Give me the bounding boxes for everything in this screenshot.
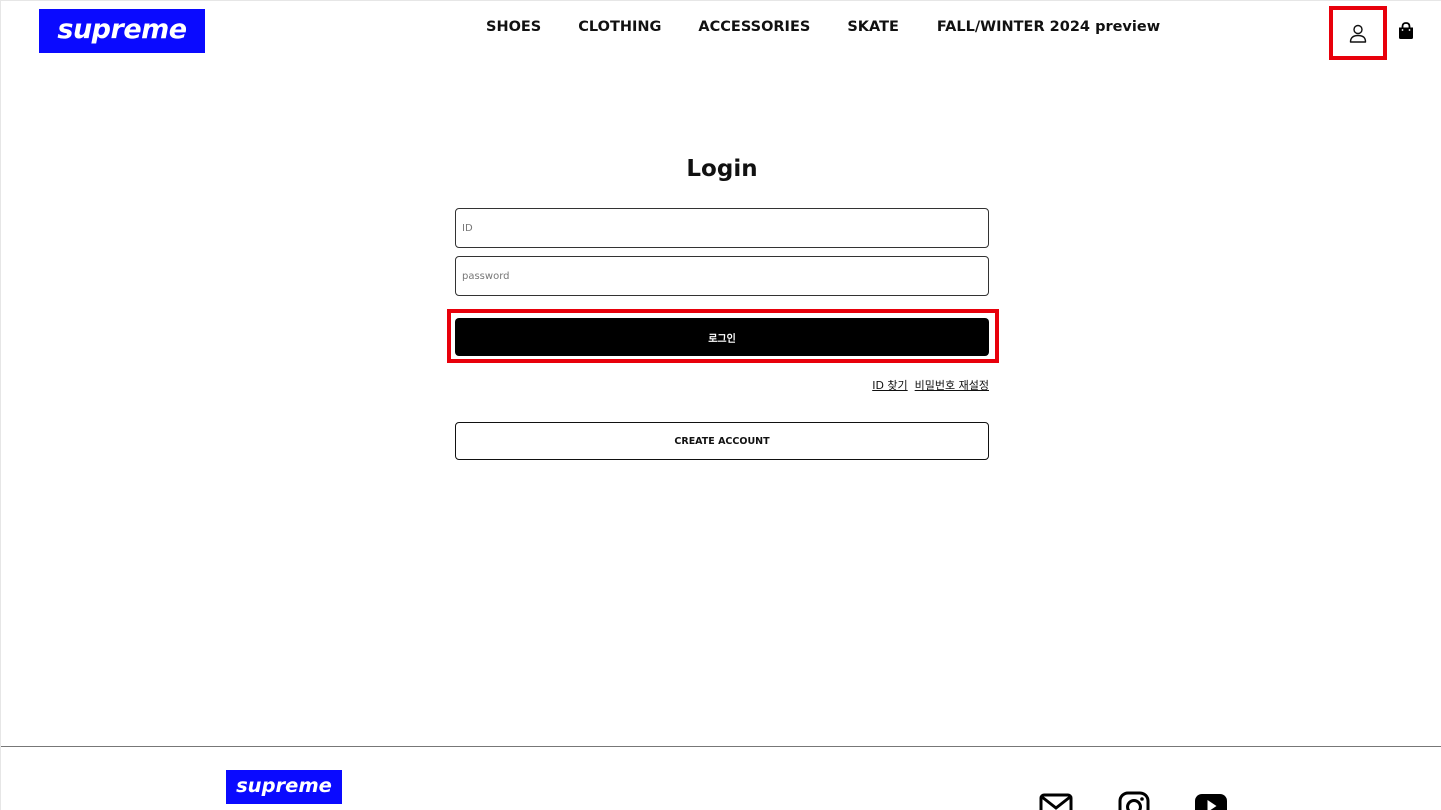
reset-password-link[interactable]: 비밀번호 재설정 [915, 377, 989, 393]
find-id-link[interactable]: ID 찾기 [872, 377, 907, 393]
shopping-bag-icon [1399, 22, 1413, 39]
account-help-links: ID 찾기 비밀번호 재설정 [872, 377, 989, 393]
nav-item-clothing[interactable]: CLOTHING [578, 19, 661, 35]
nav-item-skate[interactable]: SKATE [847, 19, 899, 35]
nav-item-fall-winter-preview[interactable]: FALL/WINTER 2024 preview [937, 19, 1160, 35]
id-input[interactable] [455, 208, 989, 248]
site-logo[interactable]: supreme kr [39, 9, 205, 87]
user-icon [1349, 24, 1367, 43]
site-footer: supreme kr [1, 746, 1441, 810]
site-header: supreme kr SHOES CLOTHING ACCESSORIES SK… [1, 1, 1441, 87]
instagram-icon[interactable] [1117, 791, 1151, 810]
nav-item-accessories[interactable]: ACCESSORIES [698, 19, 810, 35]
login-form: Login 로그인 ID 찾기 비밀번호 재설정 CREATE ACCOUNT [447, 151, 999, 460]
account-button[interactable] [1329, 6, 1387, 60]
main-nav: SHOES CLOTHING ACCESSORIES SKATE FALL/WI… [486, 19, 1160, 35]
footer-logo[interactable]: supreme kr [226, 770, 342, 810]
password-input[interactable] [455, 256, 989, 296]
cart-button[interactable] [1395, 19, 1417, 43]
login-title: Login [686, 156, 758, 182]
login-submit-button[interactable]: 로그인 [455, 318, 989, 356]
youtube-icon[interactable] [1194, 791, 1228, 810]
mail-icon[interactable] [1039, 791, 1073, 810]
create-account-button[interactable]: CREATE ACCOUNT [455, 422, 989, 460]
nav-item-shoes[interactable]: SHOES [486, 19, 541, 35]
